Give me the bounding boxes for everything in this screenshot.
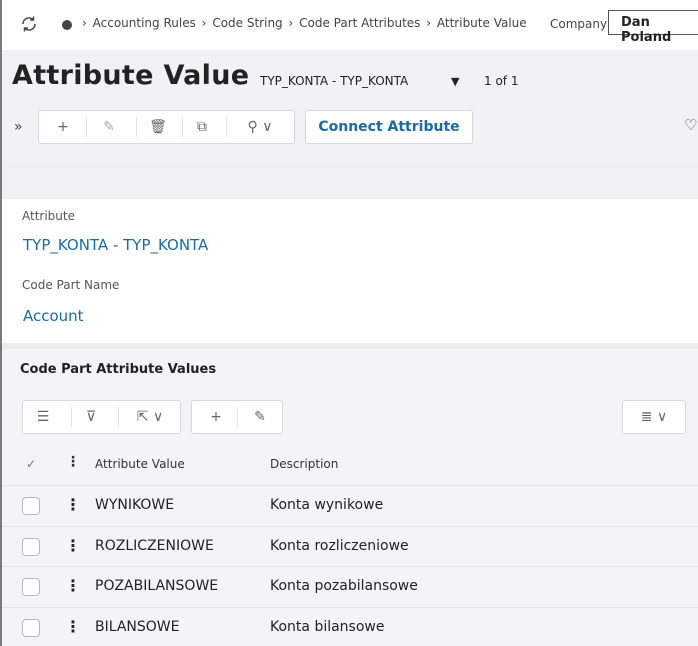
column-header-attribute-value[interactable]: Attribute Value (95, 457, 185, 471)
expand-icon[interactable]: » (14, 119, 23, 135)
record-selector[interactable]: TYP_KONTA - TYP_KONTA (260, 74, 408, 88)
add-row-icon[interactable]: + (198, 401, 234, 433)
select-all-checkbox[interactable]: ✓ (26, 457, 36, 471)
page-title: Attribute Value (12, 60, 250, 91)
row-checkbox[interactable] (22, 619, 40, 637)
row-menu-icon[interactable]: ⋮ (65, 536, 81, 555)
cell-attribute-value: WYNIKOWE (95, 497, 175, 513)
attribute-label: Attribute (22, 209, 75, 223)
attribute-form: Attribute TYP_KONTA - TYP_KONTA Code Par… (2, 199, 698, 343)
row-checkbox[interactable] (22, 538, 40, 556)
delete-icon[interactable]: 🗑 (140, 111, 176, 143)
breadcrumb-item-accounting-rules[interactable]: Accounting Rules (93, 16, 196, 30)
row-checkbox[interactable] (22, 578, 40, 596)
company-selector[interactable]: Dan Poland (608, 10, 698, 45)
table-row[interactable]: ⋮ POZABILANSOWE Konta pozabilansowe (2, 566, 698, 606)
table-row[interactable]: ⋮ BILANSOWE Konta bilansowe (2, 607, 698, 646)
code-part-attribute-values-panel: Code Part Attribute Values ☰ ⊽ ⇱ ∨ + ✎ ≣… (2, 349, 698, 646)
edit-icon[interactable]: ✎ (91, 111, 127, 143)
status-dot-icon (62, 20, 72, 30)
row-menu-icon[interactable]: ⋮ (65, 617, 81, 636)
refresh-icon[interactable] (20, 15, 38, 33)
column-menu-icon[interactable]: ⋮ (66, 454, 80, 470)
edit-row-icon[interactable]: ✎ (242, 401, 278, 433)
header-strip (2, 161, 698, 199)
breadcrumb: › Accounting Rules › Code String › Code … (82, 16, 527, 30)
breadcrumb-item-code-string[interactable]: Code String (212, 16, 282, 30)
cell-attribute-value: POZABILANSOWE (95, 578, 219, 594)
top-bar: › Accounting Rules › Code String › Code … (2, 0, 698, 50)
export-icon[interactable]: ⇱ ∨ (123, 401, 177, 433)
layout-icon[interactable]: ≣ ∨ (623, 401, 685, 433)
duplicate-icon[interactable]: ⧉ (184, 111, 220, 143)
page-header: Attribute Value TYP_KONTA - TYP_KONTA ▼ … (2, 50, 698, 161)
column-header-description[interactable]: Description (270, 457, 338, 471)
cell-description: Konta bilansowe (270, 619, 385, 635)
company-label: Company (550, 17, 608, 31)
grid-edit-toolbar: + ✎ (191, 400, 283, 434)
filter-icon[interactable]: ⊽ (73, 401, 109, 433)
code-part-name-link[interactable]: Account (23, 307, 84, 325)
cell-description: Konta rozliczeniowe (270, 538, 409, 554)
add-icon[interactable]: + (45, 111, 81, 143)
cell-description: Konta pozabilansowe (270, 578, 418, 594)
list-icon[interactable]: ☰ (23, 401, 63, 433)
code-part-name-label: Code Part Name (22, 278, 120, 292)
row-checkbox[interactable] (22, 497, 40, 515)
cell-description: Konta wynikowe (270, 497, 384, 513)
grid-title: Code Part Attribute Values (20, 362, 217, 377)
attribute-value-link[interactable]: TYP_KONTA - TYP_KONTA (23, 236, 208, 254)
row-menu-icon[interactable]: ⋮ (65, 495, 81, 514)
table-row[interactable]: ⋮ WYNIKOWE Konta wynikowe (2, 485, 698, 525)
search-icon[interactable]: ⚲ ∨ (231, 111, 289, 143)
caret-down-icon[interactable]: ▼ (451, 75, 459, 88)
breadcrumb-item-code-part-attributes[interactable]: Code Part Attributes (299, 16, 420, 30)
layout-toolbar: ≣ ∨ (622, 400, 686, 434)
record-count: 1 of 1 (484, 74, 519, 88)
connect-attribute-button[interactable]: Connect Attribute (305, 110, 473, 144)
heart-icon[interactable]: ♡ (684, 116, 697, 134)
cell-attribute-value: BILANSOWE (95, 619, 180, 635)
breadcrumb-item-attribute-value: Attribute Value (436, 16, 527, 30)
row-menu-icon[interactable]: ⋮ (65, 576, 81, 595)
grid-toolbar: ☰ ⊽ ⇱ ∨ (22, 400, 181, 434)
cell-attribute-value: ROZLICZENIOWE (95, 538, 214, 554)
table-row[interactable]: ⋮ ROZLICZENIOWE Konta rozliczeniowe (2, 526, 698, 566)
command-toolbar: + ✎ 🗑 ⧉ ⚲ ∨ (38, 110, 295, 144)
